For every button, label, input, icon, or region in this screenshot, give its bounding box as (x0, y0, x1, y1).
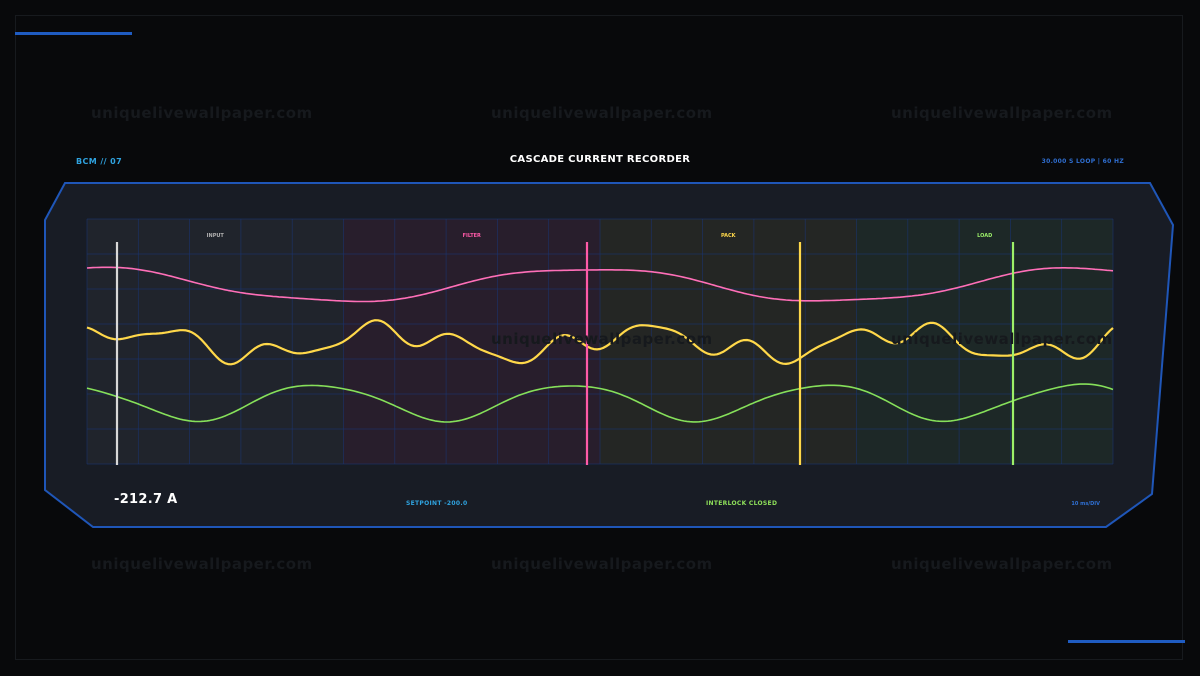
zone-label-filter: FILTER (463, 233, 481, 239)
zone-label-pack: PACK (721, 233, 737, 239)
watermark: uniquelivewallpaper.com (891, 555, 1113, 573)
current-readout: -212.7 A (114, 492, 178, 507)
recorder-screen: uniquelivewallpaper.com uniquelivewallpa… (0, 0, 1200, 676)
interlock-status: INTERLOCK CLOSED (706, 500, 778, 507)
setpoint-label: SETPOINT -200.0 (406, 500, 468, 507)
zone-label-input: INPUT (207, 233, 225, 239)
watermark: uniquelivewallpaper.com (91, 555, 313, 573)
time-scale-label: 10 ms/DIV (1071, 501, 1100, 507)
watermark: uniquelivewallpaper.com (491, 555, 713, 573)
zone-input (87, 219, 344, 464)
zone-label-load: LOAD (977, 233, 992, 239)
watermark: uniquelivewallpaper.com (491, 330, 713, 348)
watermark: uniquelivewallpaper.com (891, 330, 1113, 348)
